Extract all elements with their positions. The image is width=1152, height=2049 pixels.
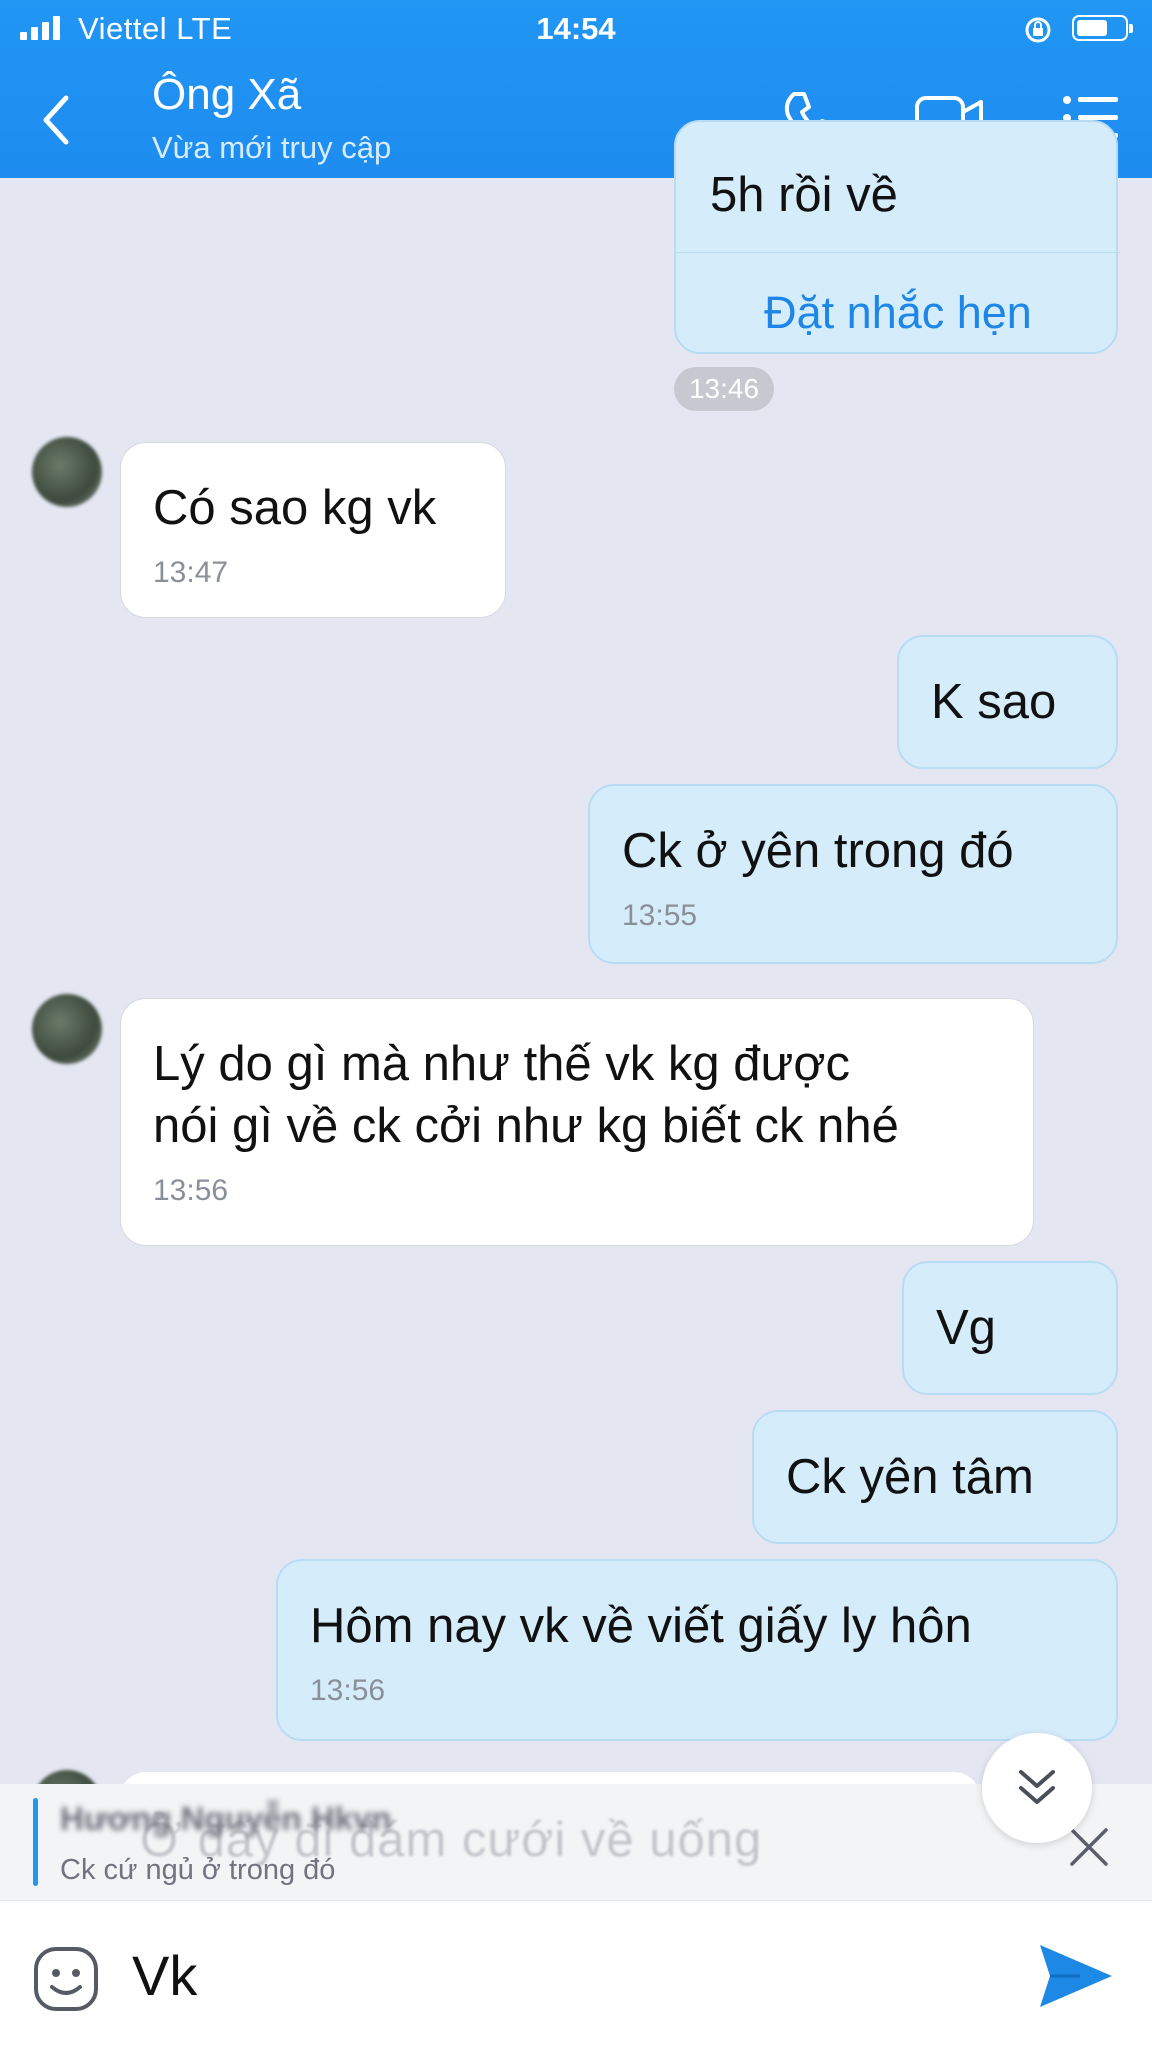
contact-status: Vừa mới truy cập [152, 130, 392, 165]
close-icon [1070, 1828, 1108, 1866]
message-bubble-outgoing: 5h rồi về Đặt nhắc hẹn [674, 120, 1120, 354]
message-bubble-outgoing: Ck ở yên trong đó 13:55 [588, 784, 1118, 964]
reply-quoted-text: Ck cứ ngủ ở trong đó [60, 1854, 336, 1886]
set-reminder-link[interactable]: Đặt nhắc hẹn [676, 282, 1120, 344]
message-text-line: nói gì về ck cởi như kg biết ck nhé [153, 1099, 899, 1153]
message-text: Có sao kg vk [153, 481, 437, 535]
message-text: 5h rồi về [710, 168, 898, 222]
divider [676, 252, 1120, 253]
message-text-line: Lý do gì mà như thế vk kg được [153, 1037, 850, 1091]
message-time: 13:47 [153, 556, 229, 589]
message-time: 13:56 [153, 1174, 229, 1207]
clock: 14:54 [536, 11, 616, 46]
time-separator: 13:46 [674, 367, 774, 411]
message-time: 13:56 [310, 1674, 386, 1707]
battery-icon [1072, 15, 1133, 41]
message-time: 13:55 [622, 899, 698, 932]
sticker-button[interactable] [32, 1945, 100, 2018]
avatar[interactable] [32, 437, 102, 507]
reply-author: Hương Nguyễn Hkvn [60, 1800, 392, 1837]
rotation-lock-icon [1024, 16, 1052, 49]
send-icon [1040, 1945, 1112, 2007]
message-text: Hôm nay vk về viết giấy ly hôn [310, 1599, 972, 1653]
message-text: Ck ở yên trong đó [622, 824, 1014, 878]
scroll-to-bottom-button[interactable] [982, 1733, 1092, 1843]
message-text: Vg [936, 1301, 996, 1355]
double-chevron-down-icon [1019, 1770, 1055, 1804]
send-button[interactable] [1036, 1939, 1116, 2018]
message-bubble-outgoing: Ck yên tâm [752, 1410, 1118, 1544]
message-bubble-outgoing: K sao [897, 635, 1118, 769]
smiley-sticker-icon [34, 1947, 98, 2011]
message-composer: Vk [0, 1900, 1152, 2049]
message-input[interactable]: Vk [132, 1943, 197, 2008]
reply-preview: Ở đấy đi đám cưới về uống Hương Nguyễn H… [0, 1784, 1152, 1900]
message-text: K sao [931, 675, 1057, 729]
message-bubble-outgoing: Vg [902, 1261, 1118, 1395]
message-bubble-outgoing: Hôm nay vk về viết giấy ly hôn 13:56 [276, 1559, 1118, 1741]
reply-indicator [33, 1798, 38, 1886]
status-bar: Viettel LTE 14:54 [0, 0, 1152, 58]
chevron-left-icon [43, 95, 69, 145]
message-bubble-incoming: Có sao kg vk 13:47 [120, 442, 506, 618]
message-text: Ck yên tâm [786, 1450, 1034, 1504]
avatar[interactable] [32, 994, 102, 1064]
back-button[interactable] [38, 92, 78, 148]
contact-name[interactable]: Ông Xã [152, 70, 301, 120]
cancel-reply-button[interactable] [1068, 1826, 1110, 1873]
message-bubble-incoming: Lý do gì mà như thế vk kg được nói gì về… [120, 998, 1034, 1246]
